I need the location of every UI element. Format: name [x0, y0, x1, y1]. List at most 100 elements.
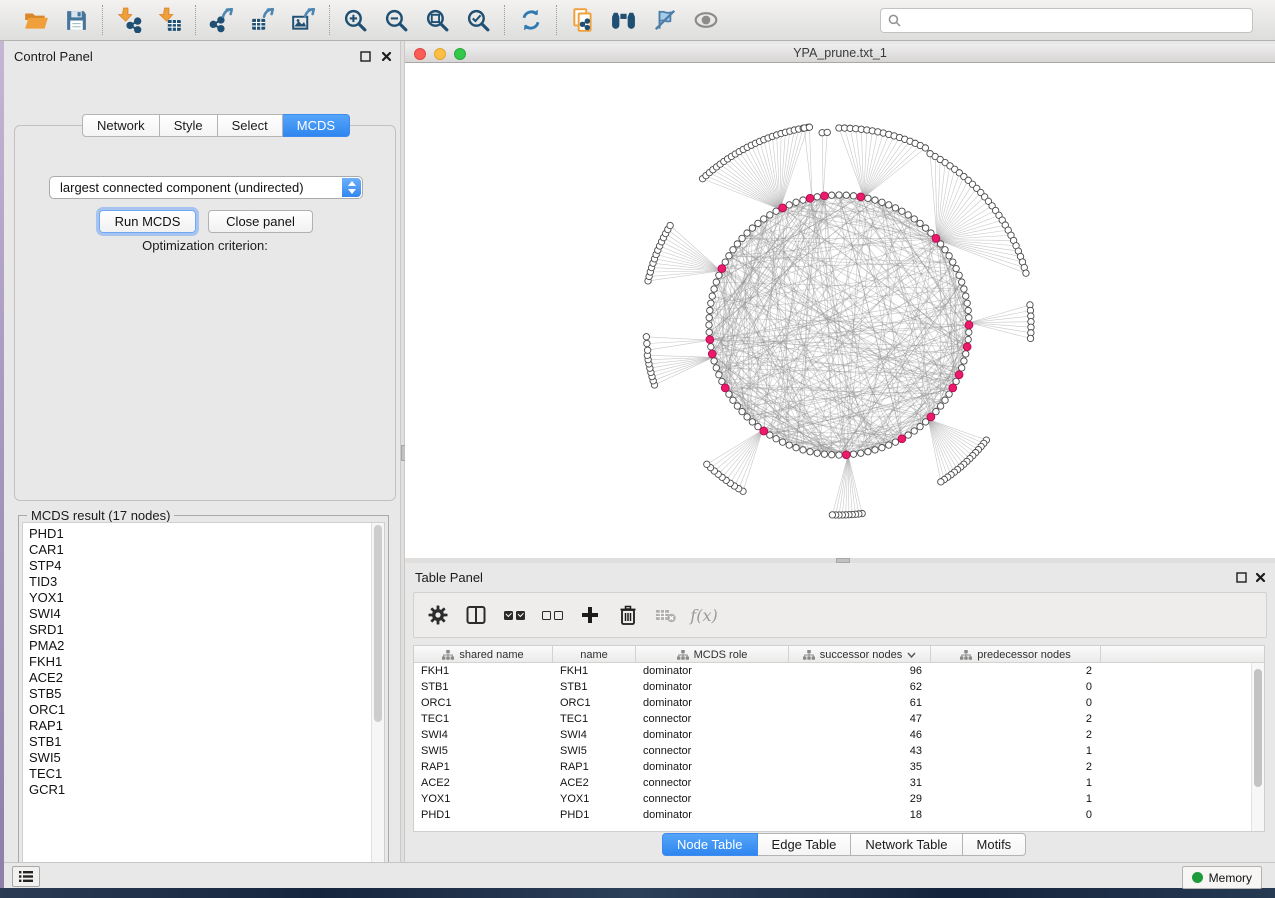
memory-label: Memory — [1209, 871, 1252, 885]
mcds-result-item[interactable]: SRD1 — [29, 622, 384, 638]
close-table-panel-icon[interactable] — [1254, 571, 1267, 584]
task-history-button[interactable] — [12, 866, 40, 887]
tab-motifs[interactable]: Motifs — [963, 833, 1027, 856]
control-panel-tabs: NetworkStyleSelectMCDS — [82, 114, 350, 137]
table-row[interactable]: FKH1FKH1dominator962 — [414, 663, 1264, 679]
column-header-successor-nodes[interactable]: successor nodes — [789, 646, 931, 663]
cell-name: PHD1 — [553, 807, 636, 823]
export-image-icon[interactable] — [290, 7, 317, 34]
export-network-icon[interactable] — [208, 7, 235, 34]
column-header-predecessor-nodes[interactable]: predecessor nodes — [931, 646, 1101, 663]
mcds-list-scrollbar[interactable] — [371, 523, 384, 874]
table-row[interactable]: SWI4SWI4dominator462 — [414, 727, 1264, 743]
mcds-result-item[interactable]: TEC1 — [29, 766, 384, 782]
cell-name: SWI4 — [553, 727, 636, 743]
table-row[interactable]: RAP1RAP1dominator352 — [414, 759, 1264, 775]
column-header-name[interactable]: name — [553, 646, 636, 663]
table-row[interactable]: PHD1PHD1dominator180 — [414, 807, 1264, 823]
save-icon[interactable] — [63, 7, 90, 34]
tab-style[interactable]: Style — [160, 114, 218, 137]
mcds-result-item[interactable]: YOX1 — [29, 590, 384, 606]
mcds-result-title: MCDS result (17 nodes) — [27, 508, 174, 523]
open-icon[interactable] — [22, 7, 49, 34]
tab-network-table[interactable]: Network Table — [851, 833, 962, 856]
mcds-result-item[interactable]: GCR1 — [29, 782, 384, 798]
cell-successor-nodes: 96 — [789, 663, 931, 679]
tab-select[interactable]: Select — [218, 114, 283, 137]
tab-node-table[interactable]: Node Table — [662, 833, 758, 856]
close-panel-button[interactable]: Close panel — [208, 210, 313, 233]
mcds-result-item[interactable]: RAP1 — [29, 718, 384, 734]
refresh-icon[interactable] — [517, 7, 544, 34]
criterion-select[interactable]: largest connected component (undirected) — [49, 176, 363, 199]
close-panel-icon[interactable] — [380, 50, 393, 63]
column-header-shared-name[interactable]: shared name — [414, 646, 553, 663]
import-table-icon[interactable] — [156, 7, 183, 34]
mcds-result-item[interactable]: PMA2 — [29, 638, 384, 654]
table-scrollbar[interactable] — [1251, 663, 1264, 831]
table-row[interactable]: YOX1YOX1connector291 — [414, 791, 1264, 807]
network-window-title: YPA_prune.txt_1 — [405, 46, 1275, 60]
cell-successor-nodes: 61 — [789, 695, 931, 711]
mcds-result-item[interactable]: SWI4 — [29, 606, 384, 622]
mcds-result-item[interactable]: ORC1 — [29, 702, 384, 718]
float-table-panel-icon[interactable] — [1235, 571, 1248, 584]
cell-predecessor-nodes: 0 — [931, 695, 1101, 711]
tab-edge-table[interactable]: Edge Table — [758, 833, 852, 856]
column-header-MCDS-role[interactable]: MCDS role — [636, 646, 789, 663]
cell-shared-name: SWI5 — [414, 743, 553, 759]
table-row[interactable]: ORC1ORC1dominator610 — [414, 695, 1264, 711]
tab-network[interactable]: Network — [82, 114, 160, 137]
mcds-result-item[interactable]: PHD1 — [29, 526, 384, 542]
zoom-selected-icon[interactable] — [465, 7, 492, 34]
add-icon[interactable] — [579, 603, 601, 627]
mcds-result-item[interactable]: STB1 — [29, 734, 384, 750]
function-icon[interactable]: f(x) — [693, 603, 715, 627]
mcds-result-item[interactable]: SWI5 — [29, 750, 384, 766]
cell-name: ORC1 — [553, 695, 636, 711]
table-row[interactable]: ACE2ACE2connector311 — [414, 775, 1264, 791]
mcds-result-group: MCDS result (17 nodes) PHD1CAR1STP4TID3Y… — [18, 515, 389, 879]
gear-icon[interactable] — [427, 603, 449, 627]
delete-table-icon[interactable] — [655, 603, 677, 627]
select-all-icon[interactable] — [503, 603, 525, 627]
search-icon — [888, 14, 901, 27]
show-all-icon[interactable] — [692, 7, 719, 34]
table-row[interactable]: SWI5SWI5connector431 — [414, 743, 1264, 759]
import-network-icon[interactable] — [115, 7, 142, 34]
cell-predecessor-nodes: 1 — [931, 791, 1101, 807]
table-row[interactable]: TEC1TEC1connector472 — [414, 711, 1264, 727]
zoom-in-icon[interactable] — [342, 7, 369, 34]
run-mcds-button[interactable]: Run MCDS — [99, 210, 196, 233]
mcds-result-list[interactable]: PHD1CAR1STP4TID3YOX1SWI4SRD1PMA2FKH1ACE2… — [22, 522, 385, 875]
mcds-result-item[interactable]: STB5 — [29, 686, 384, 702]
list-icon — [18, 870, 34, 883]
cell-successor-nodes: 43 — [789, 743, 931, 759]
zoom-fit-icon[interactable] — [424, 7, 451, 34]
cell-predecessor-nodes: 0 — [931, 679, 1101, 695]
columns-icon[interactable] — [465, 603, 487, 627]
search-box[interactable] — [880, 8, 1253, 33]
cell-MCDS-role: connector — [636, 711, 789, 727]
clone-network-icon[interactable] — [569, 7, 596, 34]
search-input[interactable] — [905, 14, 1252, 28]
float-window-icon[interactable] — [359, 50, 372, 63]
memory-button[interactable]: Memory — [1182, 866, 1262, 889]
node-table[interactable]: shared namenameMCDS rolesuccessor nodesp… — [413, 645, 1265, 832]
table-panel-title: Table Panel — [415, 570, 483, 585]
table-row[interactable]: STB1STB1dominator620 — [414, 679, 1264, 695]
export-table-icon[interactable] — [249, 7, 276, 34]
network-canvas[interactable] — [405, 63, 1275, 558]
mcds-result-item[interactable]: ACE2 — [29, 670, 384, 686]
deselect-all-icon[interactable] — [541, 603, 563, 627]
cell-predecessor-nodes: 2 — [931, 711, 1101, 727]
delete-icon[interactable] — [617, 603, 639, 627]
mcds-result-item[interactable]: CAR1 — [29, 542, 384, 558]
mcds-result-item[interactable]: FKH1 — [29, 654, 384, 670]
tab-mcds[interactable]: MCDS — [283, 114, 350, 137]
mcds-result-item[interactable]: STP4 — [29, 558, 384, 574]
search-network-icon[interactable] — [610, 7, 637, 34]
zoom-out-icon[interactable] — [383, 7, 410, 34]
hide-selection-icon[interactable] — [651, 7, 678, 34]
mcds-result-item[interactable]: TID3 — [29, 574, 384, 590]
